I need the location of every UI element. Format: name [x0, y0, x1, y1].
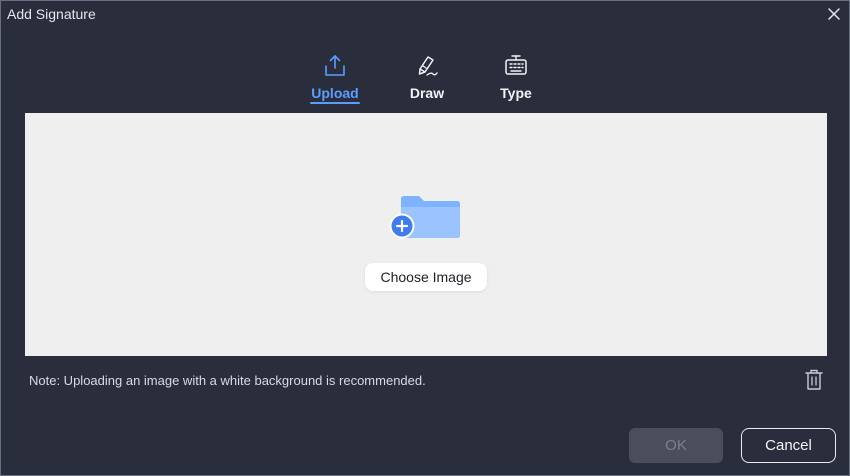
add-signature-dialog: Add Signature Upload Draw Type Choose Im…: [0, 0, 850, 476]
active-tab-indicator: [310, 102, 360, 104]
tab-upload[interactable]: Upload: [300, 49, 370, 109]
tab-type[interactable]: Type: [481, 49, 551, 109]
trash-icon: [805, 369, 823, 390]
tab-draw[interactable]: Draw: [392, 49, 462, 109]
ok-button[interactable]: OK: [629, 428, 723, 463]
cancel-button[interactable]: Cancel: [741, 428, 836, 463]
tab-type-label: Type: [500, 85, 532, 101]
keyboard-icon: [505, 55, 527, 75]
dialog-title: Add Signature: [7, 6, 96, 22]
add-folder-icon: [389, 196, 460, 239]
upload-note: Note: Uploading an image with a white ba…: [29, 373, 426, 388]
upload-icon: [325, 55, 345, 76]
tab-draw-label: Draw: [409, 85, 445, 101]
close-icon: [828, 8, 840, 20]
close-button[interactable]: [825, 5, 843, 23]
delete-button[interactable]: [803, 368, 825, 392]
signature-tabs: Upload Draw Type: [1, 49, 849, 109]
tab-upload-label: Upload: [311, 85, 359, 101]
upload-drop-area[interactable]: Choose Image: [25, 113, 827, 356]
choose-image-button[interactable]: Choose Image: [365, 263, 487, 291]
pen-icon: [418, 56, 438, 76]
